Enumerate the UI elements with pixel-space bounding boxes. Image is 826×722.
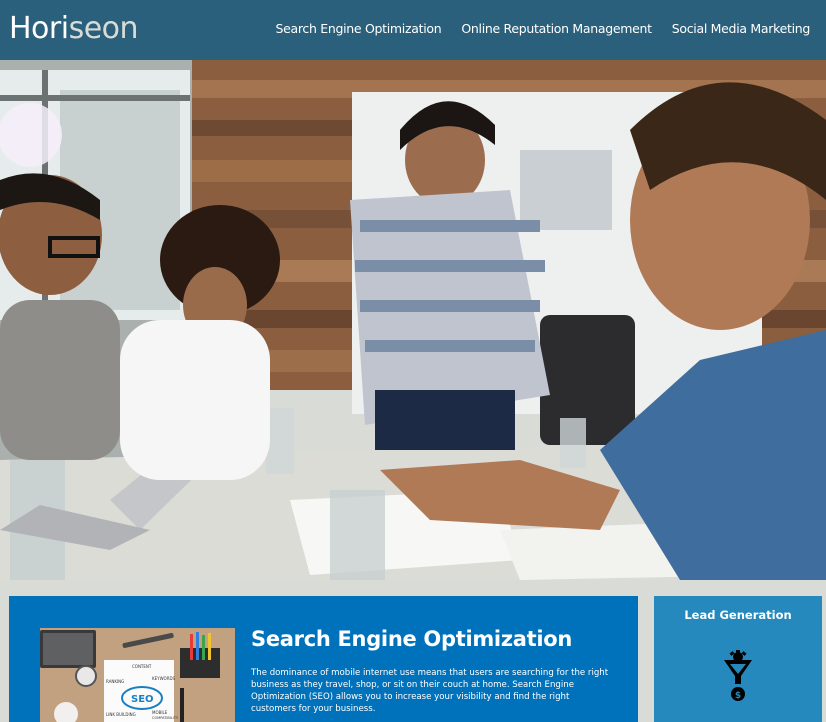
main-nav: Search Engine Optimization Online Reputa… (275, 20, 810, 38)
nav-link-reputation[interactable]: Online Reputation Management (461, 20, 652, 38)
seo-illustration-label: SEO (131, 694, 154, 705)
nav-link-seo[interactable]: Search Engine Optimization (275, 20, 441, 38)
seo-illustration-keywords: KEYWORDS (152, 676, 176, 681)
logo-main: Hori (9, 11, 69, 46)
seo-illustration-content: CONTENT (132, 664, 152, 669)
seo-illustration-compatibility: COMPATIBILITY (152, 716, 179, 720)
funnel-dollar-icon: $ (724, 650, 752, 701)
seo-illustration-ranking: RANKING (106, 679, 124, 684)
seo-illustration-mobile: MOBILE (152, 710, 168, 715)
section-body: The dominance of mobile internet use mea… (251, 668, 609, 714)
site-header: Horiseon Search Engine Optimization Onli… (0, 0, 826, 60)
svg-text:$: $ (735, 691, 741, 701)
sidebar-title: Lead Generation (684, 608, 792, 622)
site-logo[interactable]: Horiseon (9, 10, 139, 48)
hero-image (0, 60, 826, 580)
seo-illustration-image: SEO CONTENT KEYWORDS RANKING LINK BUILDI… (40, 628, 235, 722)
lead-generation-card: Lead Generation $ (654, 596, 822, 722)
logo-accent: seon (68, 11, 139, 46)
seo-illustration-link-building: LINK BUILDING (106, 712, 136, 717)
section-title: Search Engine Optimization (251, 627, 573, 651)
nav-link-social-media[interactable]: Social Media Marketing (672, 20, 811, 38)
hero-photo (0, 60, 826, 580)
seo-section: SEO CONTENT KEYWORDS RANKING LINK BUILDI… (9, 596, 638, 722)
